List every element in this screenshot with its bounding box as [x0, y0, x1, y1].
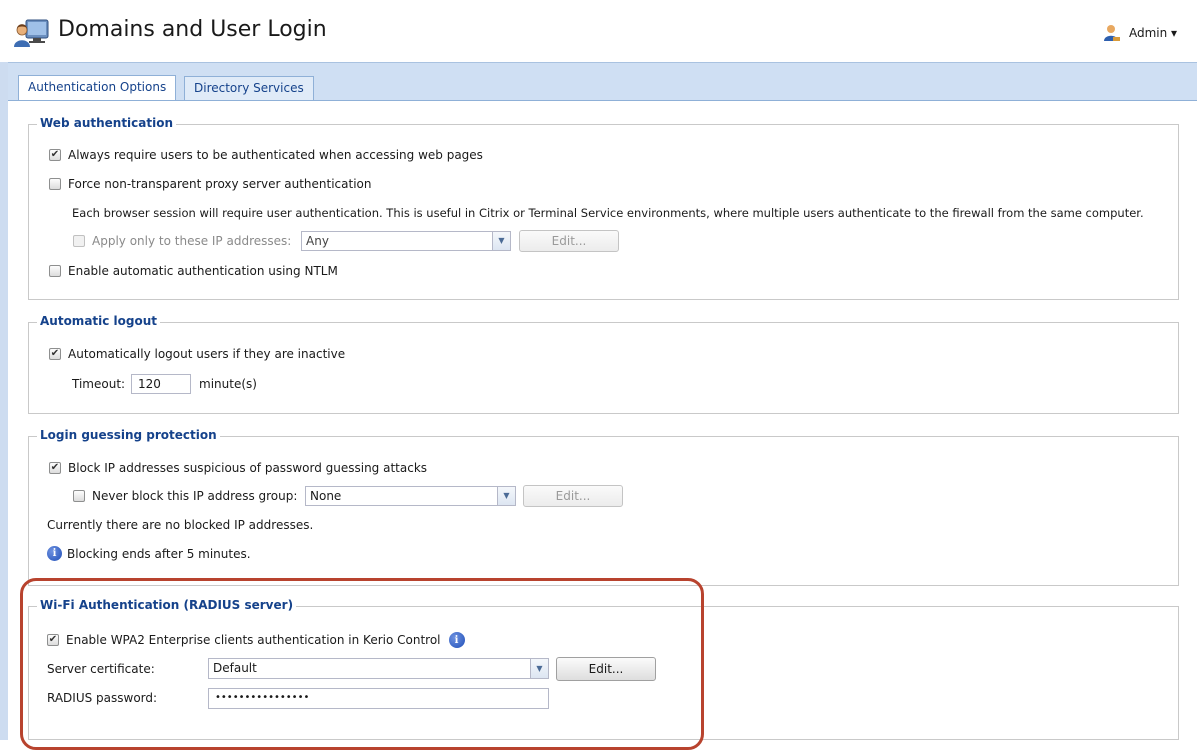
chevron-down-icon: ▼ [497, 487, 515, 505]
tab-authentication-options[interactable]: Authentication Options [18, 75, 177, 101]
logout-inactive-row: ✔ Automatically logout users if they are… [49, 347, 345, 361]
ip-group-select[interactable]: None ▼ [305, 486, 516, 506]
admin-user-menu[interactable]: Admin ▾ [1129, 26, 1177, 40]
ntlm-label: Enable automatic authentication using NT… [68, 264, 338, 278]
radius-password-input[interactable]: •••••••••••••••• [208, 688, 549, 709]
logout-inactive-checkbox[interactable]: ✔ [49, 348, 61, 360]
chevron-down-icon: ▼ [530, 659, 548, 678]
ip-address-select[interactable]: Any ▼ [301, 231, 511, 251]
chevron-down-icon: ▼ [492, 232, 510, 250]
force-proxy-checkbox[interactable] [49, 178, 61, 190]
block-suspicious-row: ✔ Block IP addresses suspicious of passw… [49, 461, 427, 475]
always-require-label: Always require users to be authenticated… [68, 148, 483, 162]
block-suspicious-label: Block IP addresses suspicious of passwor… [68, 461, 428, 475]
ip-address-select-value: Any [306, 234, 329, 248]
never-block-row: Never block this IP address group: [73, 489, 297, 503]
ip-group-edit-button[interactable]: Edit... [523, 485, 623, 507]
apply-only-label: Apply only to these IP addresses: [92, 234, 292, 248]
server-certificate-select[interactable]: Default ▼ [208, 658, 549, 679]
login-guessing-group: Login guessing protection [28, 428, 1179, 586]
ntlm-checkbox[interactable] [49, 265, 61, 277]
always-require-row: ✔ Always require users to be authenticat… [49, 148, 483, 162]
tab-strip: Authentication Options Directory Service… [8, 62, 1197, 101]
timeout-label: Timeout: [72, 377, 125, 391]
title-bar: Domains and User Login Admin ▾ [0, 0, 1197, 62]
certificate-edit-button[interactable]: Edit... [556, 657, 656, 681]
logout-inactive-label: Automatically logout users if they are i… [68, 347, 346, 361]
never-block-checkbox[interactable] [73, 490, 85, 502]
timeout-label-text: Timeout: [72, 377, 126, 391]
wifi-authentication-legend: Wi-Fi Authentication (RADIUS server) [37, 598, 297, 612]
blocking-info-text: Blocking ends after 5 minutes. [67, 546, 251, 561]
ip-address-edit-button[interactable]: Edit... [519, 230, 619, 252]
apply-only-row: Apply only to these IP addresses: [73, 234, 291, 248]
force-proxy-description-text: Each browser session will require user a… [72, 206, 1144, 220]
left-rail [0, 62, 8, 740]
wpa2-info-icon[interactable]: i [448, 632, 465, 648]
block-suspicious-checkbox[interactable]: ✔ [49, 462, 61, 474]
login-guessing-legend: Login guessing protection [37, 428, 220, 442]
force-proxy-description: Each browser session will require user a… [72, 206, 1144, 220]
never-block-label: Never block this IP address group: [92, 489, 298, 503]
user-icon [1104, 25, 1120, 41]
server-certificate-label-text: Server certificate: [47, 662, 155, 676]
timeout-unit: minute(s) [199, 377, 257, 391]
server-certificate-label: Server certificate: [47, 662, 155, 676]
info-icon: i [47, 546, 62, 561]
blocked-status: Currently there are no blocked IP addres… [47, 518, 313, 532]
enable-wpa2-label: Enable WPA2 Enterprise clients authentic… [66, 633, 441, 647]
ntlm-row: Enable automatic authentication using NT… [49, 264, 338, 278]
tab-directory-services[interactable]: Directory Services [184, 76, 314, 100]
blocked-status-text: Currently there are no blocked IP addres… [47, 518, 314, 532]
apply-only-checkbox[interactable] [73, 235, 85, 247]
automatic-logout-legend: Automatic logout [37, 314, 161, 328]
enable-wpa2-checkbox[interactable]: ✔ [47, 634, 59, 646]
blocking-info-row: i Blocking ends after 5 minutes. [47, 546, 251, 561]
server-certificate-select-value: Default [213, 661, 257, 675]
force-proxy-row: Force non-transparent proxy server authe… [49, 177, 371, 191]
automatic-logout-group: Automatic logout [28, 314, 1179, 414]
radius-password-label-text: RADIUS password: [47, 691, 158, 705]
ip-group-select-value: None [310, 489, 342, 503]
timeout-unit-text: minute(s) [199, 377, 257, 391]
always-require-checkbox[interactable]: ✔ [49, 149, 61, 161]
force-proxy-label: Force non-transparent proxy server authe… [68, 177, 372, 191]
domains-users-icon [14, 19, 49, 47]
page-title: Domains and User Login [58, 17, 327, 42]
radius-password-label: RADIUS password: [47, 691, 157, 705]
timeout-input[interactable]: 120 [131, 374, 191, 394]
enable-wpa2-row: ✔ Enable WPA2 Enterprise clients authent… [47, 632, 465, 648]
web-authentication-legend: Web authentication [37, 116, 177, 130]
